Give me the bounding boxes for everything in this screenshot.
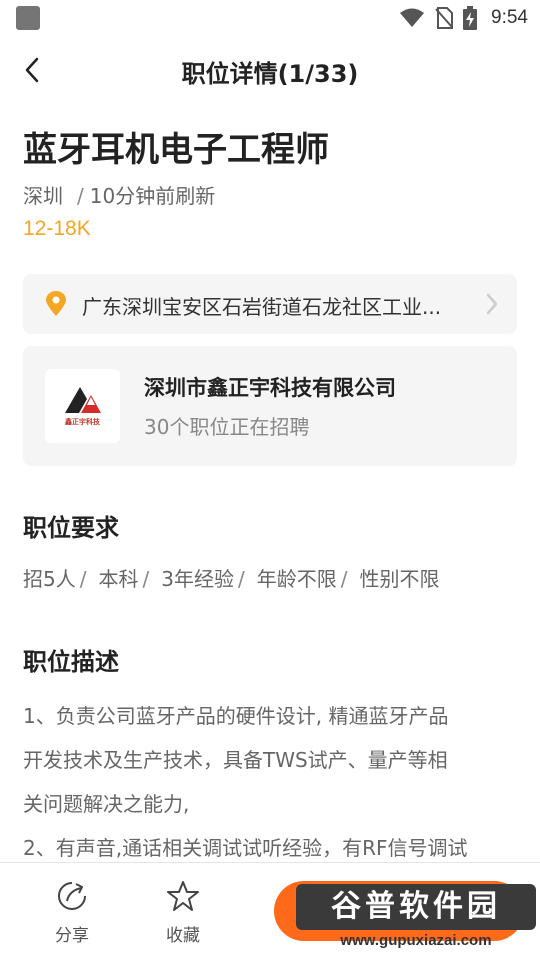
share-label: 分享	[55, 926, 89, 946]
job-meta: 深圳 /10分钟前刷新	[23, 180, 215, 209]
watermark-logo: 谷普软件园	[296, 884, 536, 930]
company-card[interactable]: 鑫正宇科技 深圳市鑫正宇科技有限公司 30个职位正在招聘	[23, 346, 517, 466]
job-salary: 12-18K	[23, 217, 91, 240]
company-logo-mark	[65, 387, 101, 413]
chevron-right-icon	[486, 293, 498, 315]
favorite-button[interactable]: 收藏	[148, 879, 218, 946]
wifi-icon	[400, 8, 425, 27]
status-icons: 9:54	[399, 6, 528, 30]
description-title: 职位描述	[23, 648, 119, 676]
company-logo-text: 鑫正宇科技	[65, 418, 100, 426]
job-refresh-time: 10分钟前刷新	[89, 184, 216, 208]
requirement-separator: /	[340, 567, 348, 591]
job-title: 蓝牙耳机电子工程师	[23, 130, 329, 170]
requirement-item: 本科	[98, 567, 139, 591]
company-name: 深圳市鑫正宇科技有限公司	[144, 376, 396, 400]
watermark-url: www.gupuxiazai.com	[340, 932, 492, 949]
share-icon	[58, 882, 86, 910]
company-logo: 鑫正宇科技	[45, 369, 120, 443]
star-icon	[167, 881, 199, 911]
description-line: 开发技术及生产技术，具备TWS试产、量产等相	[23, 748, 448, 772]
requirement-item: 性别不限	[359, 567, 440, 591]
requirement-separator: /	[79, 567, 87, 591]
description-line: 1、负责公司蓝牙产品的硬件设计, 精通蓝牙产品	[23, 704, 449, 728]
requirements-list: 招5人 / 本科/3年经验 / 年龄不限 / 性别不限	[23, 563, 439, 592]
battery-charging-icon	[463, 6, 478, 30]
meta-separator: /	[77, 184, 84, 208]
share-button[interactable]: 分享	[37, 879, 107, 946]
description-text: 1、负责公司蓝牙产品的硬件设计, 精通蓝牙产品 开发技术及生产技术，具备TWS试…	[23, 694, 523, 870]
location-pin-icon	[46, 291, 66, 316]
status-time: 9:54	[491, 7, 528, 28]
requirement-item: 年龄不限	[256, 567, 337, 591]
no-sim-icon	[435, 7, 454, 29]
status-bar: 9:54	[0, 0, 540, 36]
address-text: 广东深圳宝安区石岩街道石龙社区工业...	[82, 295, 442, 319]
nav-bar: 职位详情(1/33)	[0, 44, 540, 96]
address-card[interactable]: 广东深圳宝安区石岩街道石龙社区工业...	[23, 274, 517, 334]
page-title: 职位详情(1/33)	[181, 60, 359, 88]
notification-app-icon	[16, 6, 40, 30]
requirement-item: 3年经验	[161, 567, 234, 591]
company-jobs-count: 30个职位正在招聘	[144, 415, 310, 439]
requirements-title: 职位要求	[23, 514, 119, 542]
requirement-separator: /	[237, 567, 245, 591]
requirement-item: 招5人	[23, 567, 76, 591]
watermark: 谷普软件园 www.gupuxiazai.com	[296, 884, 536, 956]
favorite-label: 收藏	[166, 926, 200, 946]
job-city: 深圳	[23, 184, 63, 208]
requirement-separator: /	[142, 567, 150, 591]
description-line: 关问题解决之能力,	[23, 792, 190, 816]
